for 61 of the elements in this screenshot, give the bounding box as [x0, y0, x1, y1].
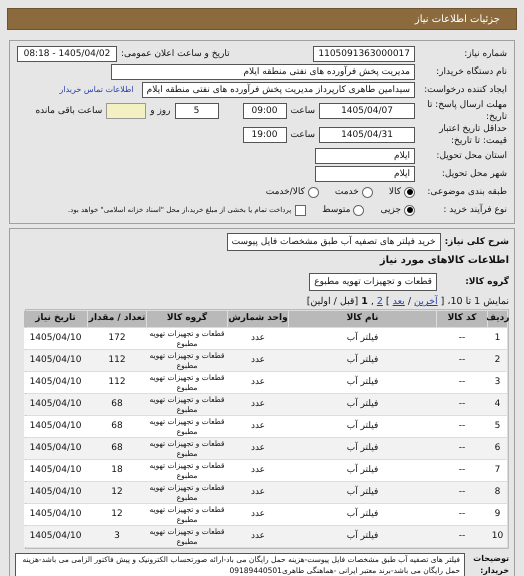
buyer-contact-link[interactable]: اطلاعات تماس خریدار — [60, 84, 134, 96]
page-link[interactable]: بعد — [392, 295, 405, 310]
field-label: ایجاد کننده درخواست: — [424, 84, 507, 96]
field-label: روز و — [150, 105, 170, 117]
column-header: کد کالا — [437, 311, 487, 327]
option-label: کالا/خدمت — [266, 186, 305, 198]
column-header: گروه کالا — [147, 311, 227, 327]
field-label: شهر محل تحویل: — [442, 168, 507, 180]
field-label: مهلت ارسال پاسخ: تا تاریخ: — [426, 99, 507, 123]
page-link[interactable]: 2 — [376, 295, 383, 310]
pagination-text: نمایش 1 تا 10، [ — [440, 295, 509, 310]
summary-field: خرید فیلتر های تصفیه آب طبق مشخصات فایل پیوست — [226, 233, 441, 251]
radio-button[interactable] — [404, 186, 415, 198]
city-field: ایلام — [315, 166, 415, 182]
field-label: نام دستگاه خریدار: — [436, 66, 507, 78]
field-label: طبقه بندی موضوعی: — [427, 186, 507, 198]
page-link[interactable]: آخرین — [414, 295, 438, 310]
field-label: استان محل تحویل: — [436, 150, 507, 162]
deadline-time-field: 09:00 — [242, 103, 286, 119]
pagination-text: ] — [386, 295, 390, 310]
field-label: گروه کالا: — [464, 276, 509, 288]
field-label: ساعت — [290, 129, 315, 141]
goods-group-field: قطعات و تجهیزات تهویه مطبوع — [309, 273, 437, 291]
field-label: شرح کلی نیاز: — [444, 236, 509, 248]
validity-time-field: 19:00 — [242, 127, 286, 143]
radio-button[interactable] — [404, 204, 415, 216]
field-label: شماره نیاز: — [464, 48, 507, 60]
column-header: تاریخ نیاز — [24, 311, 87, 327]
column-header: ردیف — [488, 311, 507, 327]
field-label: نوع فرآیند خرید : — [443, 204, 507, 216]
deadline-date-field: 1405/04/07 — [319, 103, 415, 119]
province-field: ایلام — [315, 148, 415, 164]
column-header: تعداد / مقدار — [88, 311, 146, 327]
buyer-name-field: مدیریت پخش فرآورده های نفتی منطقه ایلام — [111, 64, 415, 80]
field-label: تاریخ و ساعت اعلان عمومی: — [121, 48, 230, 60]
field-label: ساعت — [290, 105, 315, 117]
field-label: حداقل تاریخ اعتبار قیمت: تا تاریخ: — [438, 123, 507, 147]
page-title: جزئیات اطلاعات نیاز — [414, 12, 500, 26]
column-header: نام کالا — [289, 311, 436, 327]
radio-button[interactable] — [308, 186, 319, 198]
checkbox[interactable] — [295, 204, 306, 216]
days-field: 5 — [174, 103, 218, 119]
option-label: جزیی — [380, 204, 401, 216]
column-header: واحد شمارش — [228, 311, 288, 327]
field-label: توضیحات خریدار: — [472, 553, 509, 576]
pagination-text: [قبل / اولین] — [306, 295, 358, 310]
pagination-text: / — [408, 295, 412, 310]
option-label: خدمت — [334, 186, 359, 198]
pagination-text: , — [370, 295, 374, 310]
current-page: 1 — [361, 295, 368, 310]
option-label: کالا — [388, 186, 401, 198]
creator-field: سیدامین طاهری کارپرداز مدیریت پخش فرآورده های نفتی منطقه ایلام — [142, 82, 415, 98]
announce-date-field: 1405/04/02 - 08:18 — [17, 46, 117, 62]
field-label: ساعت باقی مانده — [35, 105, 102, 117]
validity-date-field: 1405/04/31 — [319, 127, 415, 143]
section-heading: اطلاعات کالاهای مورد نیاز — [380, 254, 509, 268]
need-number-field: 1105091363000017 — [313, 46, 415, 62]
option-label: متوسط — [322, 204, 350, 216]
radio-button[interactable] — [362, 186, 373, 198]
radio-button[interactable] — [353, 204, 364, 216]
remaining-hours-field — [106, 103, 146, 119]
